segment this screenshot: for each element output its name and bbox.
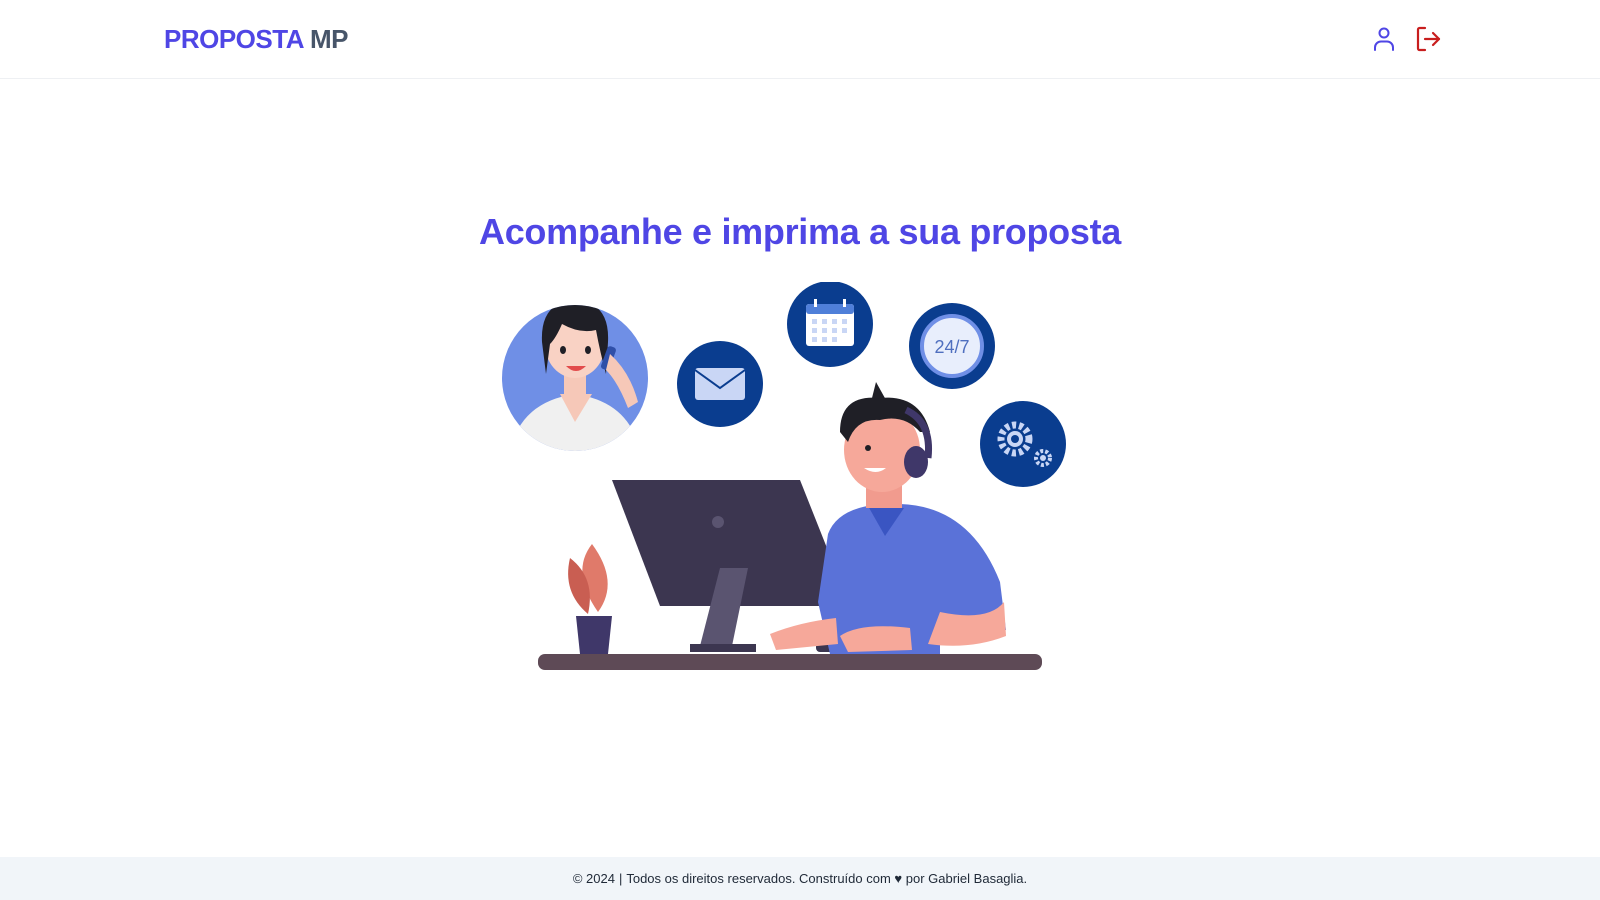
settings-gears-bubble bbox=[980, 401, 1066, 487]
brand-name: PROPOSTA bbox=[164, 24, 304, 54]
email-bubble bbox=[677, 341, 763, 427]
footer-text: Todos os direitos reservados. Construído… bbox=[626, 871, 1028, 886]
clock-24-7-bubble: 24/7 bbox=[909, 303, 995, 389]
clock-label: 24/7 bbox=[934, 337, 969, 357]
page-footer: © 2024 | Todos os direitos reservados. C… bbox=[0, 857, 1600, 900]
footer-copyright: © 2024 bbox=[572, 871, 615, 886]
calendar-bubble bbox=[787, 282, 873, 367]
user-icon bbox=[1374, 27, 1394, 51]
support-illustration: 24/7 bbox=[502, 282, 1066, 670]
header-actions bbox=[1370, 24, 1442, 54]
footer-separator: | bbox=[618, 871, 623, 886]
brand-logo-link[interactable]: PROPOSTA MP bbox=[164, 22, 348, 56]
woman-on-phone-avatar bbox=[502, 305, 648, 451]
page-headline: Acompanhe e imprima a sua proposta bbox=[479, 211, 1121, 252]
logout-icon bbox=[1416, 26, 1441, 52]
desk bbox=[538, 654, 1042, 670]
top-navbar: PROPOSTA MP bbox=[0, 0, 1600, 79]
potted-plant bbox=[568, 544, 612, 654]
page: PROPOSTA MP Acompanhe e imprima a sua pro… bbox=[0, 0, 1600, 900]
profile-button[interactable] bbox=[1370, 24, 1398, 54]
logout-button[interactable] bbox=[1414, 24, 1442, 54]
brand-suffix: MP bbox=[309, 24, 349, 54]
